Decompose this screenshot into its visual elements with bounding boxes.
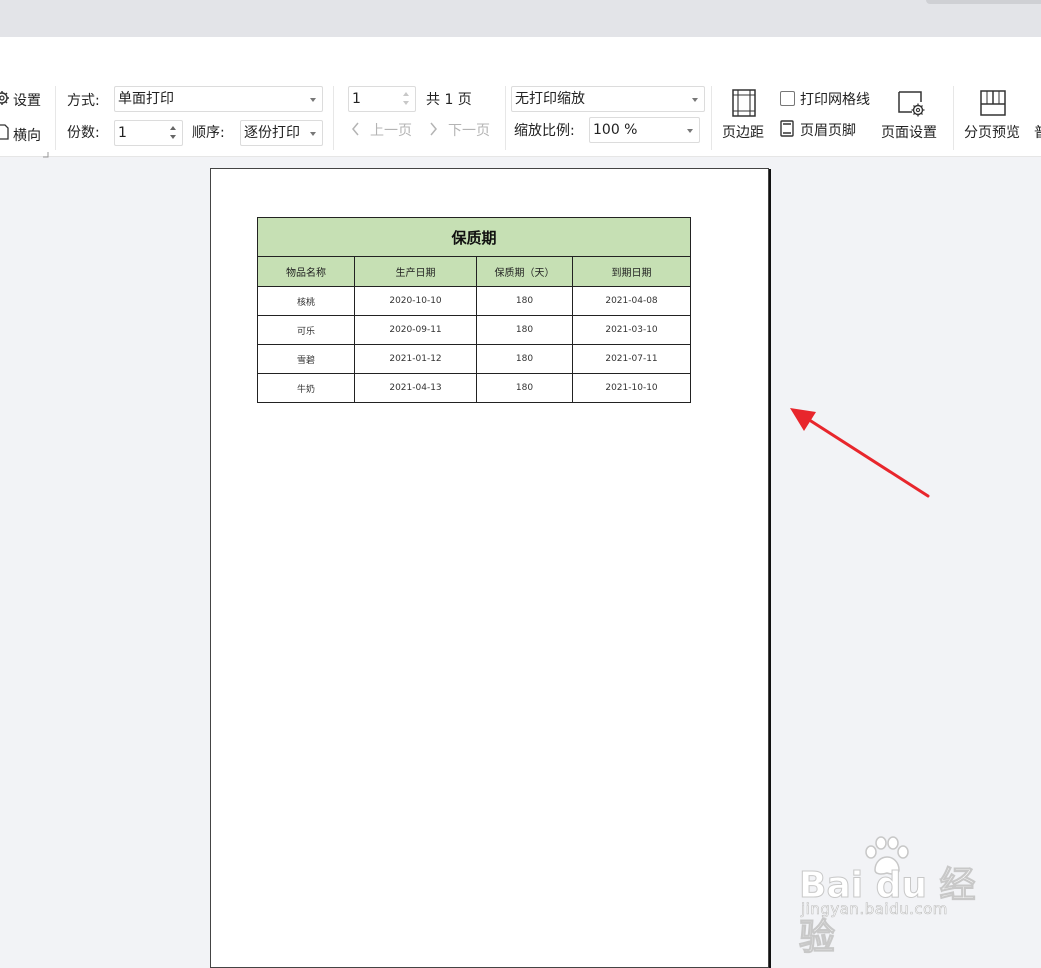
ribbon-separator [55,86,56,150]
toolbar-spacer [0,37,1041,82]
page-break-preview-icon[interactable] [979,89,1007,121]
table-cell: 2020-10-10 [354,286,477,316]
table-cell: 2021-07-11 [572,344,691,374]
baidu-watermark: Bai du 经验 jingyan.baidu.com [797,836,987,959]
print-preview-ribbon: 设置 横向 方式: 单面打印 份数: 1 顺序: 逐份打印 1 共 1 页 上一… [0,82,1041,158]
table-header-row: 物品名称 生产日期 保质期（天） 到期日期 [257,256,691,287]
zoom-label: 缩放比例: [514,123,575,139]
print-gridlines-checkbox[interactable] [780,91,795,106]
table-cell: 180 [476,344,573,374]
table-cell: 核桃 [257,286,355,316]
table-cell: 180 [476,373,573,403]
landscape-button[interactable]: 横向 [13,127,41,145]
print-preview-page: 保质期 物品名称 生产日期 保质期（天） 到期日期 核桃 2020-10-10 … [210,168,769,968]
page-break-preview-button[interactable]: 分页预览 [964,124,1020,142]
chevron-down-icon [310,98,316,102]
print-mode-select[interactable]: 单面打印 [114,86,323,112]
table-cell: 2021-01-12 [354,344,477,374]
table-cell: 2021-04-13 [354,373,477,403]
cut-off-button-label[interactable]: 普 [1034,124,1041,142]
page-setup-button[interactable]: 页面设置 [881,124,937,142]
table-cell: 2020-09-11 [354,315,477,345]
ribbon-separator [333,86,334,150]
ribbon-separator [505,86,506,150]
group-expand-icon[interactable] [43,143,49,162]
table-row: 可乐 2020-09-11 180 2021-03-10 [257,315,691,345]
shelf-life-table: 保质期 物品名称 生产日期 保质期（天） 到期日期 核桃 2020-10-10 … [257,217,691,403]
table-cell: 2021-03-10 [572,315,691,345]
chevron-down-icon [692,98,698,102]
watermark-url: jingyan.baidu.com [801,900,948,919]
table-row: 牛奶 2021-04-13 180 2021-10-10 [257,373,691,403]
page-orientation-icon[interactable] [0,124,9,144]
table-title: 保质期 [257,217,691,257]
ribbon-separator [953,86,954,150]
next-page-button[interactable]: 下一页 [448,122,490,140]
header-cell: 生产日期 [354,256,477,287]
header-cell: 到期日期 [572,256,691,287]
page-spin-icon[interactable] [402,89,411,109]
print-order-value: 逐份打印 [244,125,300,141]
scale-mode-select[interactable]: 无打印缩放 [511,86,705,112]
total-pages-text: 共 1 页 [426,92,472,108]
print-mode-label: 方式: [67,93,100,109]
copies-stepper[interactable]: 1 [114,120,183,146]
table-cell: 可乐 [257,315,355,345]
print-gridlines-label: 打印网格线 [800,92,870,108]
table-cell: 2021-10-10 [572,373,691,403]
page-number-value: 1 [352,91,361,107]
chevron-left-icon[interactable] [351,121,360,140]
zoom-select[interactable]: 100 % [589,117,700,143]
margins-icon[interactable] [731,88,757,122]
prev-page-button[interactable]: 上一页 [370,122,412,140]
header-cell: 物品名称 [257,256,355,287]
gear-icon[interactable] [0,90,10,110]
copies-spin-icon[interactable] [169,123,178,143]
copies-value: 1 [118,125,127,141]
print-mode-value: 单面打印 [118,91,174,107]
page-setup-icon[interactable] [897,89,927,123]
header-footer-icon[interactable] [780,120,794,141]
table-row: 雪碧 2021-01-12 180 2021-07-11 [257,344,691,374]
chevron-right-icon[interactable] [429,121,438,140]
table-cell: 雪碧 [257,344,355,374]
table-cell: 牛奶 [257,373,355,403]
red-arrow-annotation [790,408,930,498]
chevron-down-icon [687,129,693,133]
table-cell: 2021-04-08 [572,286,691,316]
title-bar-tab-edge [926,0,1041,4]
print-order-select[interactable]: 逐份打印 [240,120,323,146]
order-label: 顺序: [192,125,225,141]
table-cell: 180 [476,315,573,345]
scale-mode-value: 无打印缩放 [515,91,585,107]
chevron-down-icon [310,132,316,136]
ribbon-separator [711,86,712,150]
zoom-value: 100 % [593,122,638,138]
table-row: 核桃 2020-10-10 180 2021-04-08 [257,286,691,316]
table-cell: 180 [476,286,573,316]
margins-button[interactable]: 页边距 [722,124,764,142]
window-title-bar [0,0,1041,37]
header-footer-button[interactable]: 页眉页脚 [800,122,856,140]
settings-button[interactable]: 设置 [13,92,41,110]
page-number-stepper[interactable]: 1 [348,86,416,112]
copies-label: 份数: [67,125,100,141]
header-cell: 保质期（天） [476,256,573,287]
